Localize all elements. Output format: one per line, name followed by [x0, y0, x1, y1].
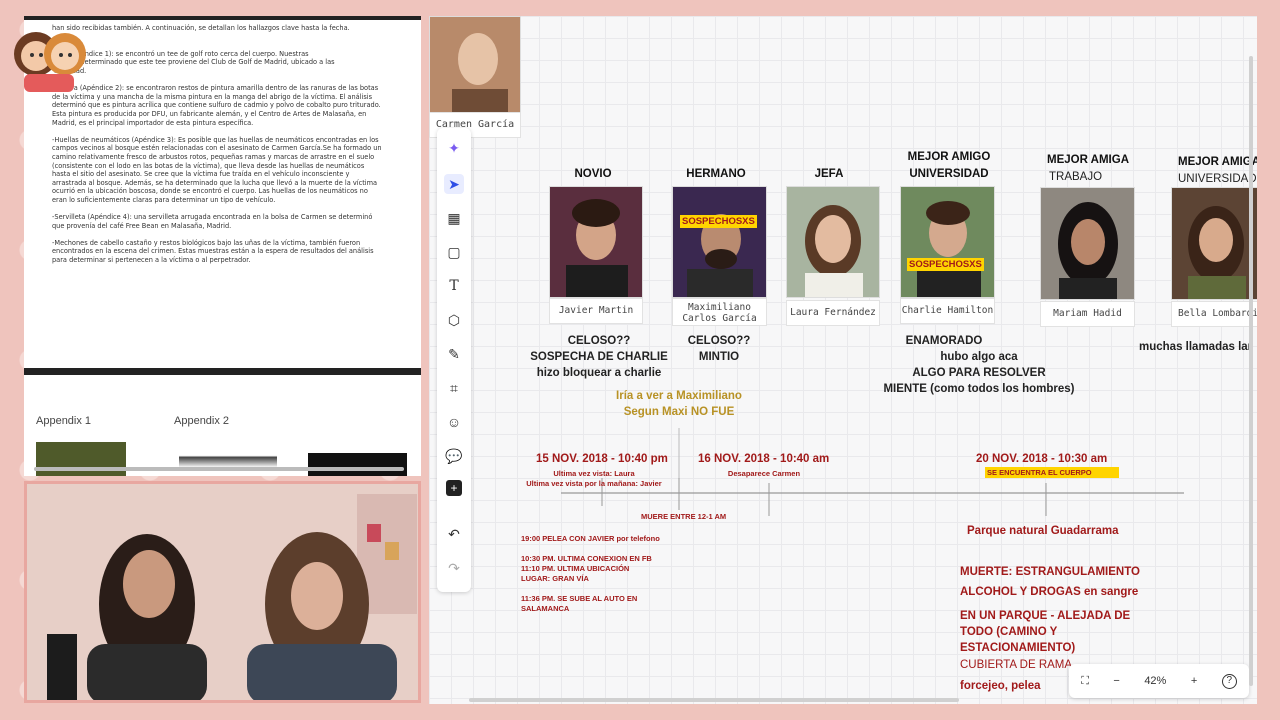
webcam-feed [24, 481, 421, 703]
timeline-events: 19:00 PELEA CON JAVIER por telefono 10:3… [521, 534, 660, 613]
scene-description: EN UN PARQUE - ALEJADA DE TODO (CAMINO Y… [960, 610, 1131, 654]
document-divider [24, 368, 421, 375]
timeline-date-3-tag: SE ENCUENTRA EL CUERPO [985, 467, 1119, 478]
appendix-strip[interactable]: Appendix 1 Appendix 2 [24, 375, 421, 476]
doc-paragraph: -Pintura (Apéndice 2): se encontraron re… [52, 84, 381, 127]
doc-paragraph: -Servilleta (Apéndice 4): una servilleta… [52, 213, 373, 230]
struggle-note: forcejeo, pelea [960, 680, 1041, 692]
streamer-avatar-sticker [14, 32, 86, 92]
timeline-date-2-detail: Desaparece Carmen [727, 469, 801, 478]
scene-detail: CUBIERTA DE RAMAS [960, 659, 1072, 671]
body-location: Parque natural Guadarrama [967, 525, 1119, 537]
doc-paragraph: clave: roto (Apéndice 1): se encontró un… [52, 41, 335, 75]
timeline-date-1: 15 NOV. 2018 - 10:40 pm [536, 453, 668, 465]
doc-paragraph: -Mechones de cabello castaño y restos bi… [52, 238, 374, 265]
whiteboard-canvas[interactable]: Carmen García ✦ ➤ ▦ ▢ T ⬡ ✎ ⌗ ☺ 💬 + ↶ ↷ … [429, 16, 1257, 704]
help-icon[interactable]: ? [1221, 673, 1237, 689]
appendix-2-label: Appendix 2 [174, 415, 230, 427]
timeline-date-1-detail: Ultima vez vista: Laura Ultima vez vista… [526, 469, 662, 488]
timeline-death-window: MUERE ENTRE 12-1 AM [641, 512, 727, 521]
toxicology: ALCOHOL Y DROGAS en sangre [960, 586, 1139, 598]
appendix-3-image [308, 453, 407, 476]
zoom-level[interactable]: 42% [1144, 675, 1166, 687]
timeline-date-2: 16 NOV. 2018 - 10:40 am [698, 453, 830, 465]
vertical-scrollbar[interactable] [1249, 56, 1253, 686]
document-body: han sido recibidas también. A continuaci… [52, 24, 392, 273]
appendix-scrollbar[interactable] [34, 467, 404, 471]
doc-paragraph: han sido recibidas también. A continuaci… [52, 24, 350, 32]
zoom-out-button[interactable]: − [1113, 675, 1119, 687]
webcam-scene [27, 484, 418, 700]
fit-screen-icon[interactable]: ⛶ [1081, 675, 1089, 688]
cause-of-death: MUERTE: ESTRANGULAMIENTO [960, 566, 1140, 578]
zoom-controls[interactable]: ⛶ − 42% + ? [1069, 664, 1249, 698]
timeline-date-3: 20 NOV. 2018 - 10:30 am [976, 453, 1108, 465]
doc-paragraph: -Huellas de neumáticos (Apéndice 3): Es … [52, 135, 382, 204]
appendix-1-label: Appendix 1 [36, 415, 92, 427]
zoom-in-button[interactable]: + [1191, 675, 1197, 687]
horizontal-scrollbar[interactable] [469, 698, 959, 702]
